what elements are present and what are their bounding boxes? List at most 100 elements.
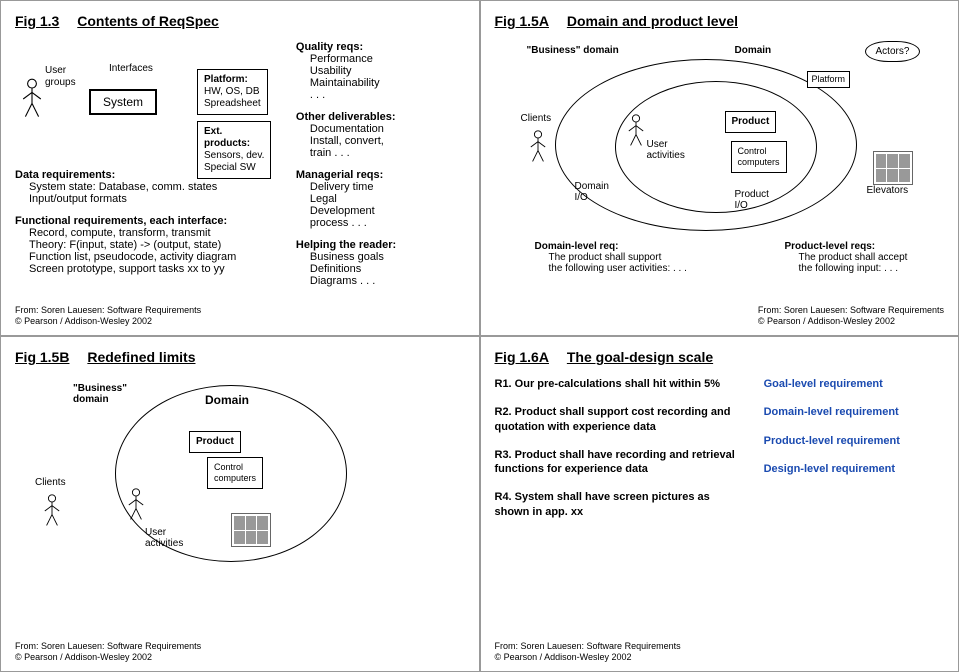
elevator-icon: [873, 151, 913, 185]
credit-fig-1-6a: From: Soren Lauesen: Software Requiremen…: [495, 641, 681, 664]
quality-heading: Quality reqs:: [296, 41, 465, 53]
help-l3: Diagrams . . .: [310, 275, 465, 287]
r3-text: R3. Product shall have recording and ret…: [495, 448, 744, 477]
r2-level: Domain-level requirement: [764, 405, 944, 419]
elevator-icon: [231, 513, 271, 547]
other-l1: Documentation: [310, 123, 465, 135]
mgr-l1: Delivery time: [310, 181, 465, 193]
client-icon: [43, 493, 61, 532]
product-io-label: Product I/O: [735, 189, 769, 211]
func-reqs-line3: Function list, pseudocode, activity diag…: [29, 251, 268, 263]
dl-l1: The product shall support: [549, 252, 715, 263]
r2-text: R2. Product shall support cost recording…: [495, 405, 744, 434]
user-icon: [127, 487, 145, 526]
client-icon: [529, 129, 547, 168]
goal-design-table: R1. Our pre-calculations shall hit withi…: [495, 377, 945, 533]
control-computers-box: Control computers: [207, 457, 263, 489]
domain-io-label: Domain I/O: [575, 181, 609, 203]
func-reqs-heading: Functional requirements, each interface:: [15, 215, 268, 227]
r1-text: R1. Our pre-calculations shall hit withi…: [495, 377, 744, 391]
credit-line2: © Pearson / Addison-Wesley 2002: [495, 652, 632, 662]
domain-label: Domain: [735, 45, 772, 56]
credit-line1: From: Soren Lauesen: Software Requiremen…: [495, 641, 681, 651]
pl-heading: Product-level reqs:: [785, 241, 955, 252]
func-reqs-line1: Record, compute, transform, transmit: [29, 227, 268, 239]
title-fig-1-3: Fig 1.3 Contents of ReqSpec: [15, 13, 465, 29]
title-name: The goal-design scale: [567, 349, 713, 365]
elevators-label: Elevators: [867, 185, 909, 196]
credit-line2: © Pearson / Addison-Wesley 2002: [15, 316, 152, 326]
domain-label: Domain: [205, 393, 249, 407]
platform-heading: Platform:: [204, 74, 248, 85]
other-heading: Other deliverables:: [296, 111, 465, 123]
data-reqs-line1: System state: Database, comm. states: [29, 181, 268, 193]
func-reqs-line4: Screen prototype, support tasks xx to yy: [29, 263, 268, 275]
other-l3: train . . .: [310, 147, 465, 159]
panel-fig-1-3: Fig 1.3 Contents of ReqSpec: [0, 0, 480, 336]
user-groups-label: User groups: [45, 65, 76, 88]
managerial-reqs-section: Managerial reqs: Delivery time Legal Dev…: [296, 169, 465, 229]
ext-body: Sensors, dev. Special SW: [204, 150, 264, 173]
title-name: Contents of ReqSpec: [77, 13, 219, 29]
quality-l1: Performance: [310, 53, 465, 65]
pl-l1: The product shall accept: [799, 252, 955, 263]
credit-line1: From: Soren Lauesen: Software Requiremen…: [15, 641, 201, 651]
control-computers-box: Control computers: [731, 141, 787, 173]
credit-line2: © Pearson / Addison-Wesley 2002: [758, 316, 895, 326]
other-deliv-section: Other deliverables: Documentation Instal…: [296, 111, 465, 159]
quality-l3: Maintainability: [310, 77, 465, 89]
help-heading: Helping the reader:: [296, 239, 465, 251]
title-name: Redefined limits: [87, 349, 195, 365]
title-prefix: Fig 1.5B: [15, 349, 69, 365]
data-reqs-line2: Input/output formats: [29, 193, 268, 205]
credit-fig-1-3: From: Soren Lauesen: Software Requiremen…: [15, 305, 201, 328]
domain-level-req: Domain-level req: The product shall supp…: [535, 241, 715, 274]
credit-fig-1-5a: From: Soren Lauesen: Software Requiremen…: [758, 305, 944, 328]
func-reqs-section: Functional requirements, each interface:…: [15, 215, 268, 275]
quality-l4: . . .: [310, 89, 465, 101]
other-l2: Install, convert,: [310, 135, 465, 147]
ext-heading: Ext. products:: [204, 126, 250, 149]
reqspec-diagram: User groups Interfaces System Platform: …: [15, 41, 268, 161]
clients-label: Clients: [521, 113, 552, 124]
credit-line1: From: Soren Lauesen: Software Requiremen…: [15, 305, 201, 315]
r4-text: R4. System shall have screen pictures as…: [495, 490, 744, 519]
credit-line1: From: Soren Lauesen: Software Requiremen…: [758, 305, 944, 315]
actors-cloud: Actors?: [865, 41, 921, 62]
system-box: System: [89, 89, 157, 115]
r4-level: Design-level requirement: [764, 462, 944, 476]
product-box: Product: [189, 431, 241, 453]
panel-fig-1-5b: Fig 1.5B Redefined limits "Business" dom…: [0, 336, 480, 672]
redefined-limits-diagram: "Business" domain Domain Product Control…: [15, 377, 465, 607]
ext-products-box: Ext. products: Sensors, dev. Special SW: [197, 121, 271, 179]
user-activities-label: User activities: [145, 527, 183, 549]
dl-l2: the following user activities: . . .: [549, 263, 715, 274]
title-fig-1-5a: Fig 1.5A Domain and product level: [495, 13, 945, 29]
user-icon: [627, 113, 645, 152]
r1-level: Goal-level requirement: [764, 377, 944, 391]
helping-reader-section: Helping the reader: Business goals Defin…: [296, 239, 465, 287]
quality-reqs-section: Quality reqs: Performance Usability Main…: [296, 41, 465, 101]
business-domain-label: "Business" domain: [73, 383, 127, 405]
platform-box: Platform: [807, 71, 851, 88]
title-fig-1-6a: Fig 1.6A The goal-design scale: [495, 349, 945, 365]
mgr-l3: Development: [310, 205, 465, 217]
func-reqs-line2: Theory: F(input, state) -> (output, stat…: [29, 239, 268, 251]
title-fig-1-5b: Fig 1.5B Redefined limits: [15, 349, 465, 365]
credit-fig-1-5b: From: Soren Lauesen: Software Requiremen…: [15, 641, 201, 664]
platform-body: HW, OS, DB Spreadsheet: [204, 86, 261, 109]
help-l1: Business goals: [310, 251, 465, 263]
credit-line2: © Pearson / Addison-Wesley 2002: [15, 652, 152, 662]
quality-l2: Usability: [310, 65, 465, 77]
mgr-l4: process . . .: [310, 217, 465, 229]
title-prefix: Fig 1.5A: [495, 13, 549, 29]
domain-product-diagram: "Business" domain Domain Actors? Platfor…: [495, 41, 945, 301]
product-box: Product: [725, 111, 777, 133]
panel-fig-1-5a: Fig 1.5A Domain and product level "Busin…: [480, 0, 959, 336]
interfaces-label: Interfaces: [109, 63, 153, 74]
mgr-heading: Managerial reqs:: [296, 169, 465, 181]
pl-l2: the following input: . . .: [799, 263, 955, 274]
product-level-req: Product-level reqs: The product shall ac…: [785, 241, 955, 274]
help-l2: Definitions: [310, 263, 465, 275]
title-prefix: Fig 1.3: [15, 13, 59, 29]
